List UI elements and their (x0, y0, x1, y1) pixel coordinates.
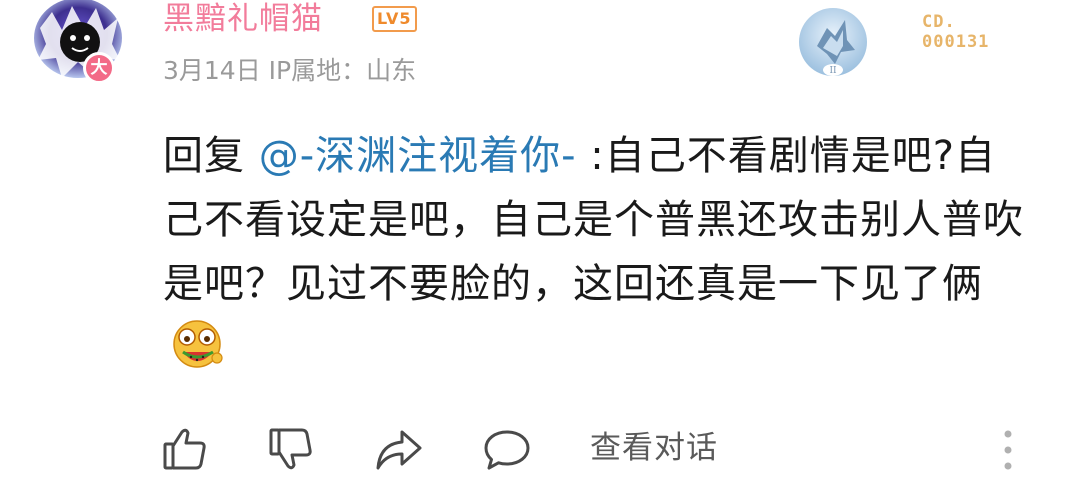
fan-decoration-icon: II (797, 6, 869, 78)
username[interactable]: 黑黯礼帽猫 (163, 0, 323, 38)
more-icon[interactable] (1000, 428, 1016, 472)
svg-text:II: II (829, 66, 837, 76)
share-icon[interactable] (374, 424, 424, 474)
thumbs-up-icon[interactable] (160, 424, 210, 474)
comment-content: 回复 @-深渊注视着你- :自己不看剧情是吧?自己不看设定是吧，自己是个普黑还攻… (163, 124, 1033, 380)
thumbs-down-icon[interactable] (266, 424, 316, 474)
view-dialog-button[interactable]: 查看对话 (590, 426, 718, 470)
mention-link[interactable]: @-深渊注视着你- (259, 133, 577, 179)
comment-icon[interactable] (482, 424, 532, 474)
fan-badge-number: 000131 (922, 32, 990, 52)
comment-meta: 3月14日 IP属地：山东 (163, 56, 417, 85)
fan-badge-label: CD. (922, 12, 956, 32)
avatar-badge: 大 (83, 52, 115, 84)
level-badge: LV5 (372, 6, 417, 32)
laughing-eating-watermelon-emoji-icon (169, 320, 227, 372)
reply-prefix: 回复 (163, 133, 259, 179)
